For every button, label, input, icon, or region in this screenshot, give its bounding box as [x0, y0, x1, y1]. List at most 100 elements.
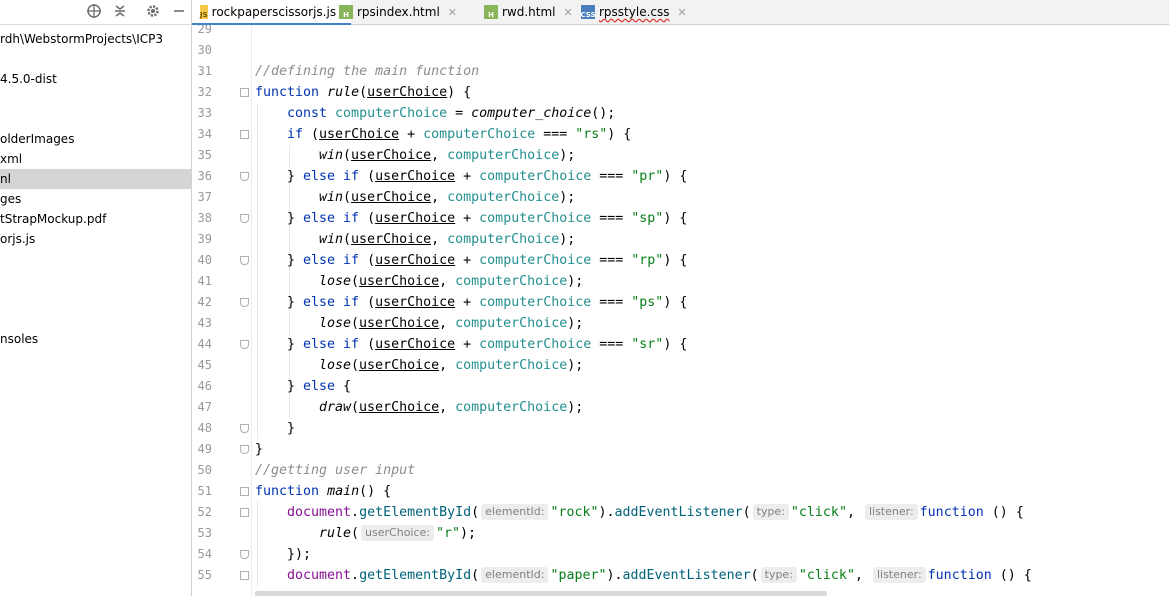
- code-token: (: [750, 568, 759, 583]
- tree-item-label: tStrapMockup.pdf: [0, 212, 107, 226]
- line-number: 30: [197, 43, 212, 57]
- code-token: userChoice: [375, 253, 456, 268]
- code-token: }: [287, 379, 304, 394]
- code-line[interactable]: });: [255, 544, 311, 565]
- code-line[interactable]: win(userChoice, computerChoice);: [255, 145, 575, 166]
- code-token: lose: [319, 274, 352, 289]
- tree-item[interactable]: orjs.js: [0, 229, 191, 249]
- tree-item[interactable]: rdh\WebstormProjects\ICP3: [0, 29, 191, 49]
- line-number: 37: [197, 190, 212, 204]
- tab-label: rwd.html: [502, 5, 556, 19]
- fold-end-icon[interactable]: [240, 340, 249, 349]
- fold-start-icon[interactable]: [240, 508, 249, 517]
- code-token: "rp": [631, 253, 664, 268]
- locate-icon[interactable]: [83, 1, 105, 21]
- line-number: 29: [197, 25, 212, 36]
- tree-item[interactable]: xml: [0, 149, 191, 169]
- close-icon[interactable]: ✕: [564, 6, 573, 19]
- line-number: 40: [197, 253, 212, 267]
- code-token: () {: [991, 505, 1024, 520]
- tree-item[interactable]: tStrapMockup.pdf: [0, 209, 191, 229]
- tab-css-file[interactable]: CSS rpsstyle.css ✕: [573, 0, 687, 24]
- fold-end-icon[interactable]: [240, 214, 249, 223]
- fold-end-icon[interactable]: [240, 256, 249, 265]
- code-token: );: [460, 526, 477, 541]
- code-line[interactable]: lose(userChoice, computerChoice);: [255, 355, 583, 376]
- fold-end-icon[interactable]: [240, 298, 249, 307]
- fold-end-icon[interactable]: [240, 424, 249, 433]
- code-line[interactable]: document.getElementById(elementId: "paper…: [255, 565, 1032, 586]
- code-token: ,: [431, 190, 448, 205]
- code-line[interactable]: //defining the main function: [255, 61, 479, 82]
- close-icon[interactable]: ✕: [678, 6, 687, 19]
- fold-start-icon[interactable]: [240, 130, 249, 139]
- fold-end-icon[interactable]: [240, 172, 249, 181]
- code-token: ) {: [447, 85, 472, 100]
- code-token: (: [351, 274, 360, 289]
- collapse-icon[interactable]: [109, 1, 131, 21]
- code-line[interactable]: if (userChoice + computerChoice === "rs"…: [255, 124, 631, 145]
- code-token: rule: [327, 85, 360, 100]
- code-line[interactable]: win(userChoice, computerChoice);: [255, 187, 575, 208]
- code-token: ===: [591, 169, 632, 184]
- tree-item[interactable]: nl: [0, 169, 191, 189]
- code-token: else: [303, 379, 344, 394]
- tab-html-file[interactable]: Hrpsindex.html ✕: [331, 0, 476, 24]
- code-line[interactable]: }: [255, 418, 295, 439]
- code-line[interactable]: } else if (userChoice + computerChoice =…: [255, 208, 687, 229]
- code-line[interactable]: lose(userChoice, computerChoice);: [255, 271, 583, 292]
- code-line[interactable]: } else if (userChoice + computerChoice =…: [255, 334, 687, 355]
- fold-end-icon[interactable]: [240, 445, 249, 454]
- code-line[interactable]: rule(userChoice: "r");: [255, 523, 476, 544]
- code-token: lose: [319, 316, 352, 331]
- tab-html-file[interactable]: Hrwd.html ✕: [476, 0, 573, 24]
- code-line[interactable]: win(userChoice, computerChoice);: [255, 229, 575, 250]
- code-token: computerChoice: [447, 190, 560, 205]
- code-token: ,: [431, 232, 448, 247]
- code-line[interactable]: } else if (userChoice + computerChoice =…: [255, 166, 687, 187]
- close-icon[interactable]: ✕: [448, 6, 457, 19]
- line-number: 35: [197, 148, 212, 162]
- code-token: }: [287, 295, 304, 310]
- code-token: function: [927, 568, 1000, 583]
- fold-start-icon[interactable]: [240, 487, 249, 496]
- tree-item[interactable]: nsoles: [0, 329, 191, 349]
- code-line[interactable]: //getting user input: [255, 460, 415, 481]
- horizontal-scrollbar[interactable]: [255, 591, 827, 596]
- code-line[interactable]: const computerChoice = computer_choice()…: [255, 103, 615, 124]
- code-line[interactable]: }: [255, 439, 263, 460]
- code-line[interactable]: function main() {: [255, 481, 391, 502]
- code-token: else if: [303, 295, 368, 310]
- code-line[interactable]: function rule(userChoice) {: [255, 82, 471, 103]
- gutter-divider: [251, 25, 252, 596]
- code-line[interactable]: } else if (userChoice + computerChoice =…: [255, 250, 687, 271]
- code-token: (: [343, 232, 352, 247]
- code-token: if: [287, 127, 312, 142]
- code-line[interactable]: } else if (userChoice + computerChoice =…: [255, 292, 687, 313]
- tab-js-file[interactable]: JSrockpaperscissorjs.js✕: [192, 0, 353, 25]
- fold-start-icon[interactable]: [240, 88, 249, 97]
- code-editor[interactable]: 29 30 31 32 33 34 35 36 37 38 39 40 41 42 43 44 45 46 47 48…: [192, 25, 1169, 596]
- code-line[interactable]: draw(userChoice, computerChoice);: [255, 397, 583, 418]
- code-token: {: [343, 379, 352, 394]
- code-token: );: [559, 148, 576, 163]
- code-line[interactable]: lose(userChoice, computerChoice);: [255, 313, 583, 334]
- tree-item[interactable]: 4.5.0-dist: [0, 69, 191, 89]
- code-line[interactable]: document.getElementById(elementId: "rock"…: [255, 502, 1024, 523]
- code-line[interactable]: } else {: [255, 376, 351, 397]
- tree-item[interactable]: olderImages: [0, 129, 191, 149]
- code-token: userChoice: [359, 358, 440, 373]
- line-number: 53: [197, 526, 212, 540]
- line-number: 45: [197, 358, 212, 372]
- code-token: (: [311, 127, 320, 142]
- code-token: function: [255, 85, 328, 100]
- line-number: 50: [197, 463, 212, 477]
- fold-start-icon[interactable]: [240, 571, 249, 580]
- tree-item[interactable]: ges: [0, 189, 191, 209]
- gear-icon[interactable]: [142, 1, 164, 21]
- code-token: computerChoice: [455, 316, 568, 331]
- code-token: computerChoice: [479, 253, 592, 268]
- fold-end-icon[interactable]: [240, 550, 249, 559]
- minimize-icon[interactable]: [168, 1, 190, 21]
- code-token: "r": [436, 526, 461, 541]
